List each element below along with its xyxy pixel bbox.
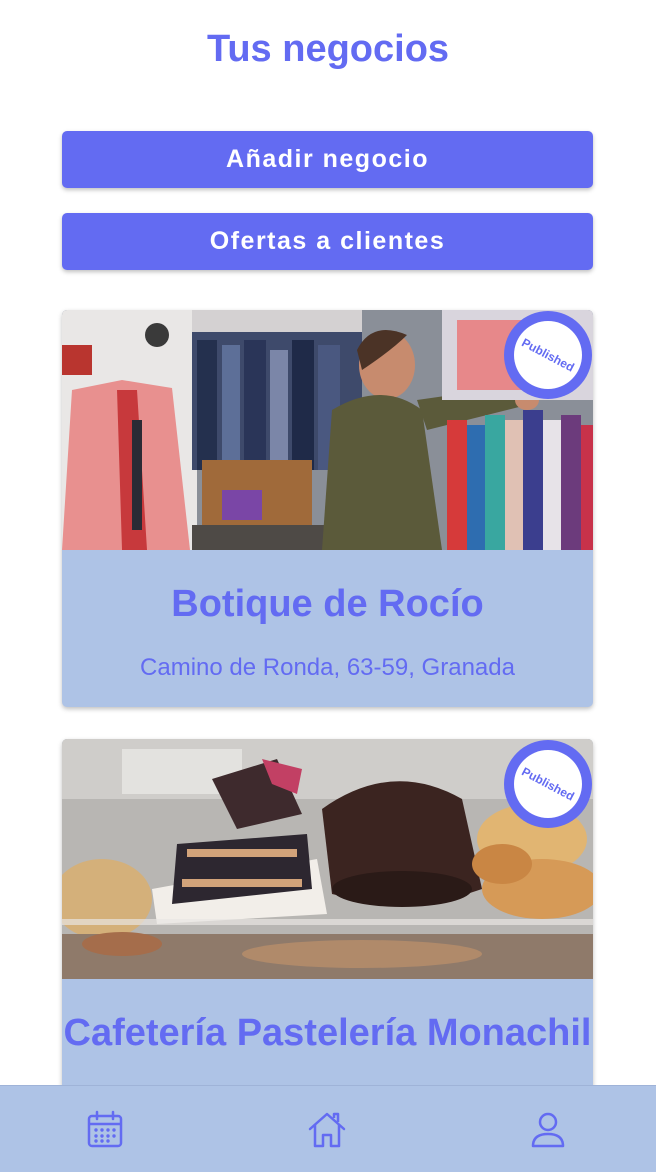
add-business-button[interactable]: Añadir negocio [62,131,593,188]
business-card[interactable]: Published Botique de Rocío Camino de Ron… [62,310,593,707]
business-name: Botique de Rocío [171,583,484,625]
page-title: Tus negocios [206,28,450,70]
business-address: Camino de Ronda, 63-59, Granada [140,654,515,681]
calendar-icon[interactable] [86,1110,126,1150]
bottom-navigation [0,1085,656,1172]
published-badge: Published [504,740,592,828]
business-name: Cafetería Pastelería Monachil [63,1012,592,1054]
clothing-store-photo: Published [62,310,593,550]
published-badge: Published [504,311,592,399]
customer-offers-button[interactable]: Ofertas a clientes [62,213,593,270]
user-icon[interactable] [528,1110,568,1150]
home-icon[interactable] [307,1110,347,1150]
pastry-display-photo: Published [62,739,593,979]
businesses-screen: Tus negocios Añadir negocio Ofertas a cl… [0,0,656,1172]
